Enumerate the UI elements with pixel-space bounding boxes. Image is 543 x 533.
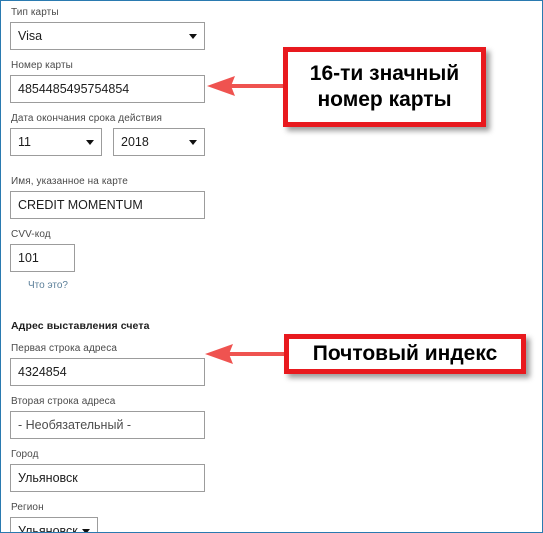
card-name-label: Имя, указанное на карте [11, 176, 128, 187]
city-label: Город [11, 449, 39, 460]
address-line1-input[interactable]: 4324854 [10, 358, 205, 386]
address-line2-input[interactable]: - Необязательный - [10, 411, 205, 439]
address-line1-label: Первая строка адреса [11, 343, 117, 354]
cvv-input[interactable]: 101 [10, 244, 75, 272]
chevron-down-icon [82, 529, 90, 532]
card-name-input[interactable]: CREDIT MOMENTUM [10, 191, 205, 219]
cvv-help-link[interactable]: Что это? [28, 272, 68, 300]
payment-form: Тип карты Visa Номер карты 4854485495754… [10, 1, 225, 533]
cvv-row: 101 Что это? [10, 244, 225, 300]
card-number-label: Номер карты [11, 60, 73, 71]
region-select[interactable]: Ульяновск [10, 517, 98, 533]
chevron-down-icon [189, 34, 197, 39]
expiry-row: 11 2018 [10, 128, 225, 156]
region-label: Регион [11, 502, 44, 513]
chevron-down-icon [189, 140, 197, 145]
chevron-down-icon [86, 140, 94, 145]
expiry-year-select[interactable]: 2018 [113, 128, 205, 156]
card-type-value: Visa [18, 29, 43, 43]
expiry-label: Дата окончания срока действия [11, 113, 162, 124]
expiry-year-value: 2018 [121, 135, 149, 149]
expiry-month-select[interactable]: 11 [10, 128, 102, 156]
card-number-input[interactable]: 4854485495754854 [10, 75, 205, 103]
city-input[interactable]: Ульяновск [10, 464, 205, 492]
zip-callout: Почтовый индекс [284, 334, 526, 374]
region-value: Ульяновск [18, 524, 78, 533]
address-line2-label: Вторая строка адреса [11, 396, 116, 407]
expiry-month-value: 11 [18, 135, 31, 149]
cvv-label: CVV-код [11, 229, 51, 240]
card-type-label: Тип карты [11, 7, 59, 18]
card-number-callout-text: 16-ти значный номер карты [309, 62, 460, 111]
screenshot-root: Тип карты Visa Номер карты 4854485495754… [0, 0, 543, 533]
billing-section-title: Адрес выставления счета [11, 320, 150, 332]
card-type-select[interactable]: Visa [10, 22, 205, 50]
zip-callout-text: Почтовый индекс [312, 342, 498, 365]
card-number-callout: 16-ти значный номер карты [283, 47, 486, 127]
